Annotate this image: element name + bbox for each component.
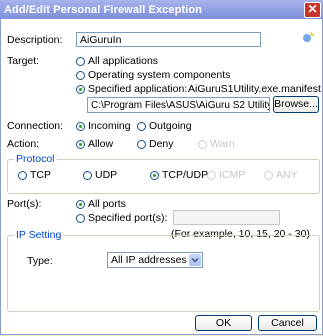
radio-label: UDP <box>95 169 118 181</box>
connection-label: Connection: <box>7 120 64 132</box>
protocol-any-radio: ANY <box>264 169 298 181</box>
radio-label: TCP/UDP <box>162 169 209 181</box>
title-bar[interactable]: Add/Edit Personal Firewall Exception ✕ <box>0 0 323 19</box>
ip-setting-group <box>7 235 320 312</box>
target-os-components-radio[interactable]: Operating system components <box>76 69 230 81</box>
radio-indicator-selected <box>76 121 85 131</box>
specified-application-name: AiGuruS1Utility.exe.manifest <box>188 83 321 95</box>
target-label: Target: <box>7 55 40 67</box>
ip-setting-legend: IP Setting <box>14 229 64 241</box>
ports-label: Port(s): <box>7 198 42 210</box>
radio-label: Outgoing <box>149 120 192 132</box>
radio-indicator <box>198 139 207 149</box>
cancel-button[interactable]: Cancel <box>258 315 317 331</box>
ip-type-value: All IP addresses <box>111 254 187 266</box>
action-allow-radio[interactable]: Allow <box>76 138 113 150</box>
ports-all-radio[interactable]: All ports <box>76 198 126 210</box>
ports-specified-radio[interactable]: Specified port(s): <box>76 212 167 224</box>
radio-indicator <box>207 170 216 180</box>
radio-indicator <box>18 170 27 180</box>
radio-label: All applications <box>88 55 159 67</box>
radio-label: ANY <box>276 169 298 181</box>
protocol-tcp-udp-radio[interactable]: TCP/UDP <box>150 169 208 181</box>
radio-label: Operating system components <box>88 69 231 81</box>
target-specified-application-radio[interactable]: Specified application: <box>76 83 187 95</box>
radio-label: All ports <box>88 198 126 210</box>
protocol-legend: Protocol <box>14 153 57 165</box>
ok-button[interactable]: OK <box>195 315 252 331</box>
radio-indicator <box>137 121 146 131</box>
protocol-icmp-radio: ICMP <box>207 169 245 181</box>
help-icon[interactable] <box>302 30 316 43</box>
connection-outgoing-radio[interactable]: Outgoing <box>137 120 192 132</box>
radio-indicator <box>264 170 273 180</box>
radio-indicator <box>76 213 85 223</box>
ip-type-label: Type: <box>27 255 53 267</box>
protocol-tcp-radio[interactable]: TCP <box>18 169 51 181</box>
description-input[interactable]: AiGuruIn <box>76 32 261 47</box>
radio-indicator <box>137 139 146 149</box>
specified-ports-input[interactable] <box>173 210 280 225</box>
connection-incoming-radio[interactable]: Incoming <box>76 120 131 132</box>
radio-label: Allow <box>88 138 114 150</box>
radio-label: Specified port(s): <box>88 212 168 224</box>
radio-indicator-selected <box>150 170 159 180</box>
window-title: Add/Edit Personal Firewall Exception <box>4 4 202 16</box>
chevron-down-icon[interactable] <box>189 254 201 266</box>
radio-indicator-selected <box>76 84 85 94</box>
radio-label: ICMP <box>219 169 246 181</box>
radio-label: Specified application: <box>88 83 188 95</box>
radio-label: Deny <box>149 138 174 150</box>
radio-indicator <box>76 56 85 66</box>
action-deny-radio[interactable]: Deny <box>137 138 174 150</box>
radio-indicator-selected <box>76 139 85 149</box>
radio-label: Warn <box>210 138 235 150</box>
protocol-udp-radio[interactable]: UDP <box>83 169 117 181</box>
action-label: Action: <box>7 138 40 150</box>
radio-label: TCP <box>30 169 51 181</box>
radio-indicator <box>76 70 85 80</box>
description-label: Description: <box>7 34 63 46</box>
radio-indicator-selected <box>76 199 85 209</box>
radio-indicator <box>83 170 92 180</box>
dialog-body: Description: AiGuruIn Target: All applic… <box>0 19 323 335</box>
close-icon: ✕ <box>307 2 318 16</box>
target-all-applications-radio[interactable]: All applications <box>76 55 158 67</box>
radio-label: Incoming <box>88 120 131 132</box>
action-warn-radio: Warn <box>198 138 235 150</box>
close-button[interactable]: ✕ <box>304 2 321 18</box>
ip-type-select[interactable]: All IP addresses <box>107 252 203 268</box>
application-path-input[interactable]: C:\Program Files\ASUS\AiGuru S2 Utility\… <box>87 97 270 113</box>
browse-button[interactable]: Browse... <box>273 96 319 113</box>
